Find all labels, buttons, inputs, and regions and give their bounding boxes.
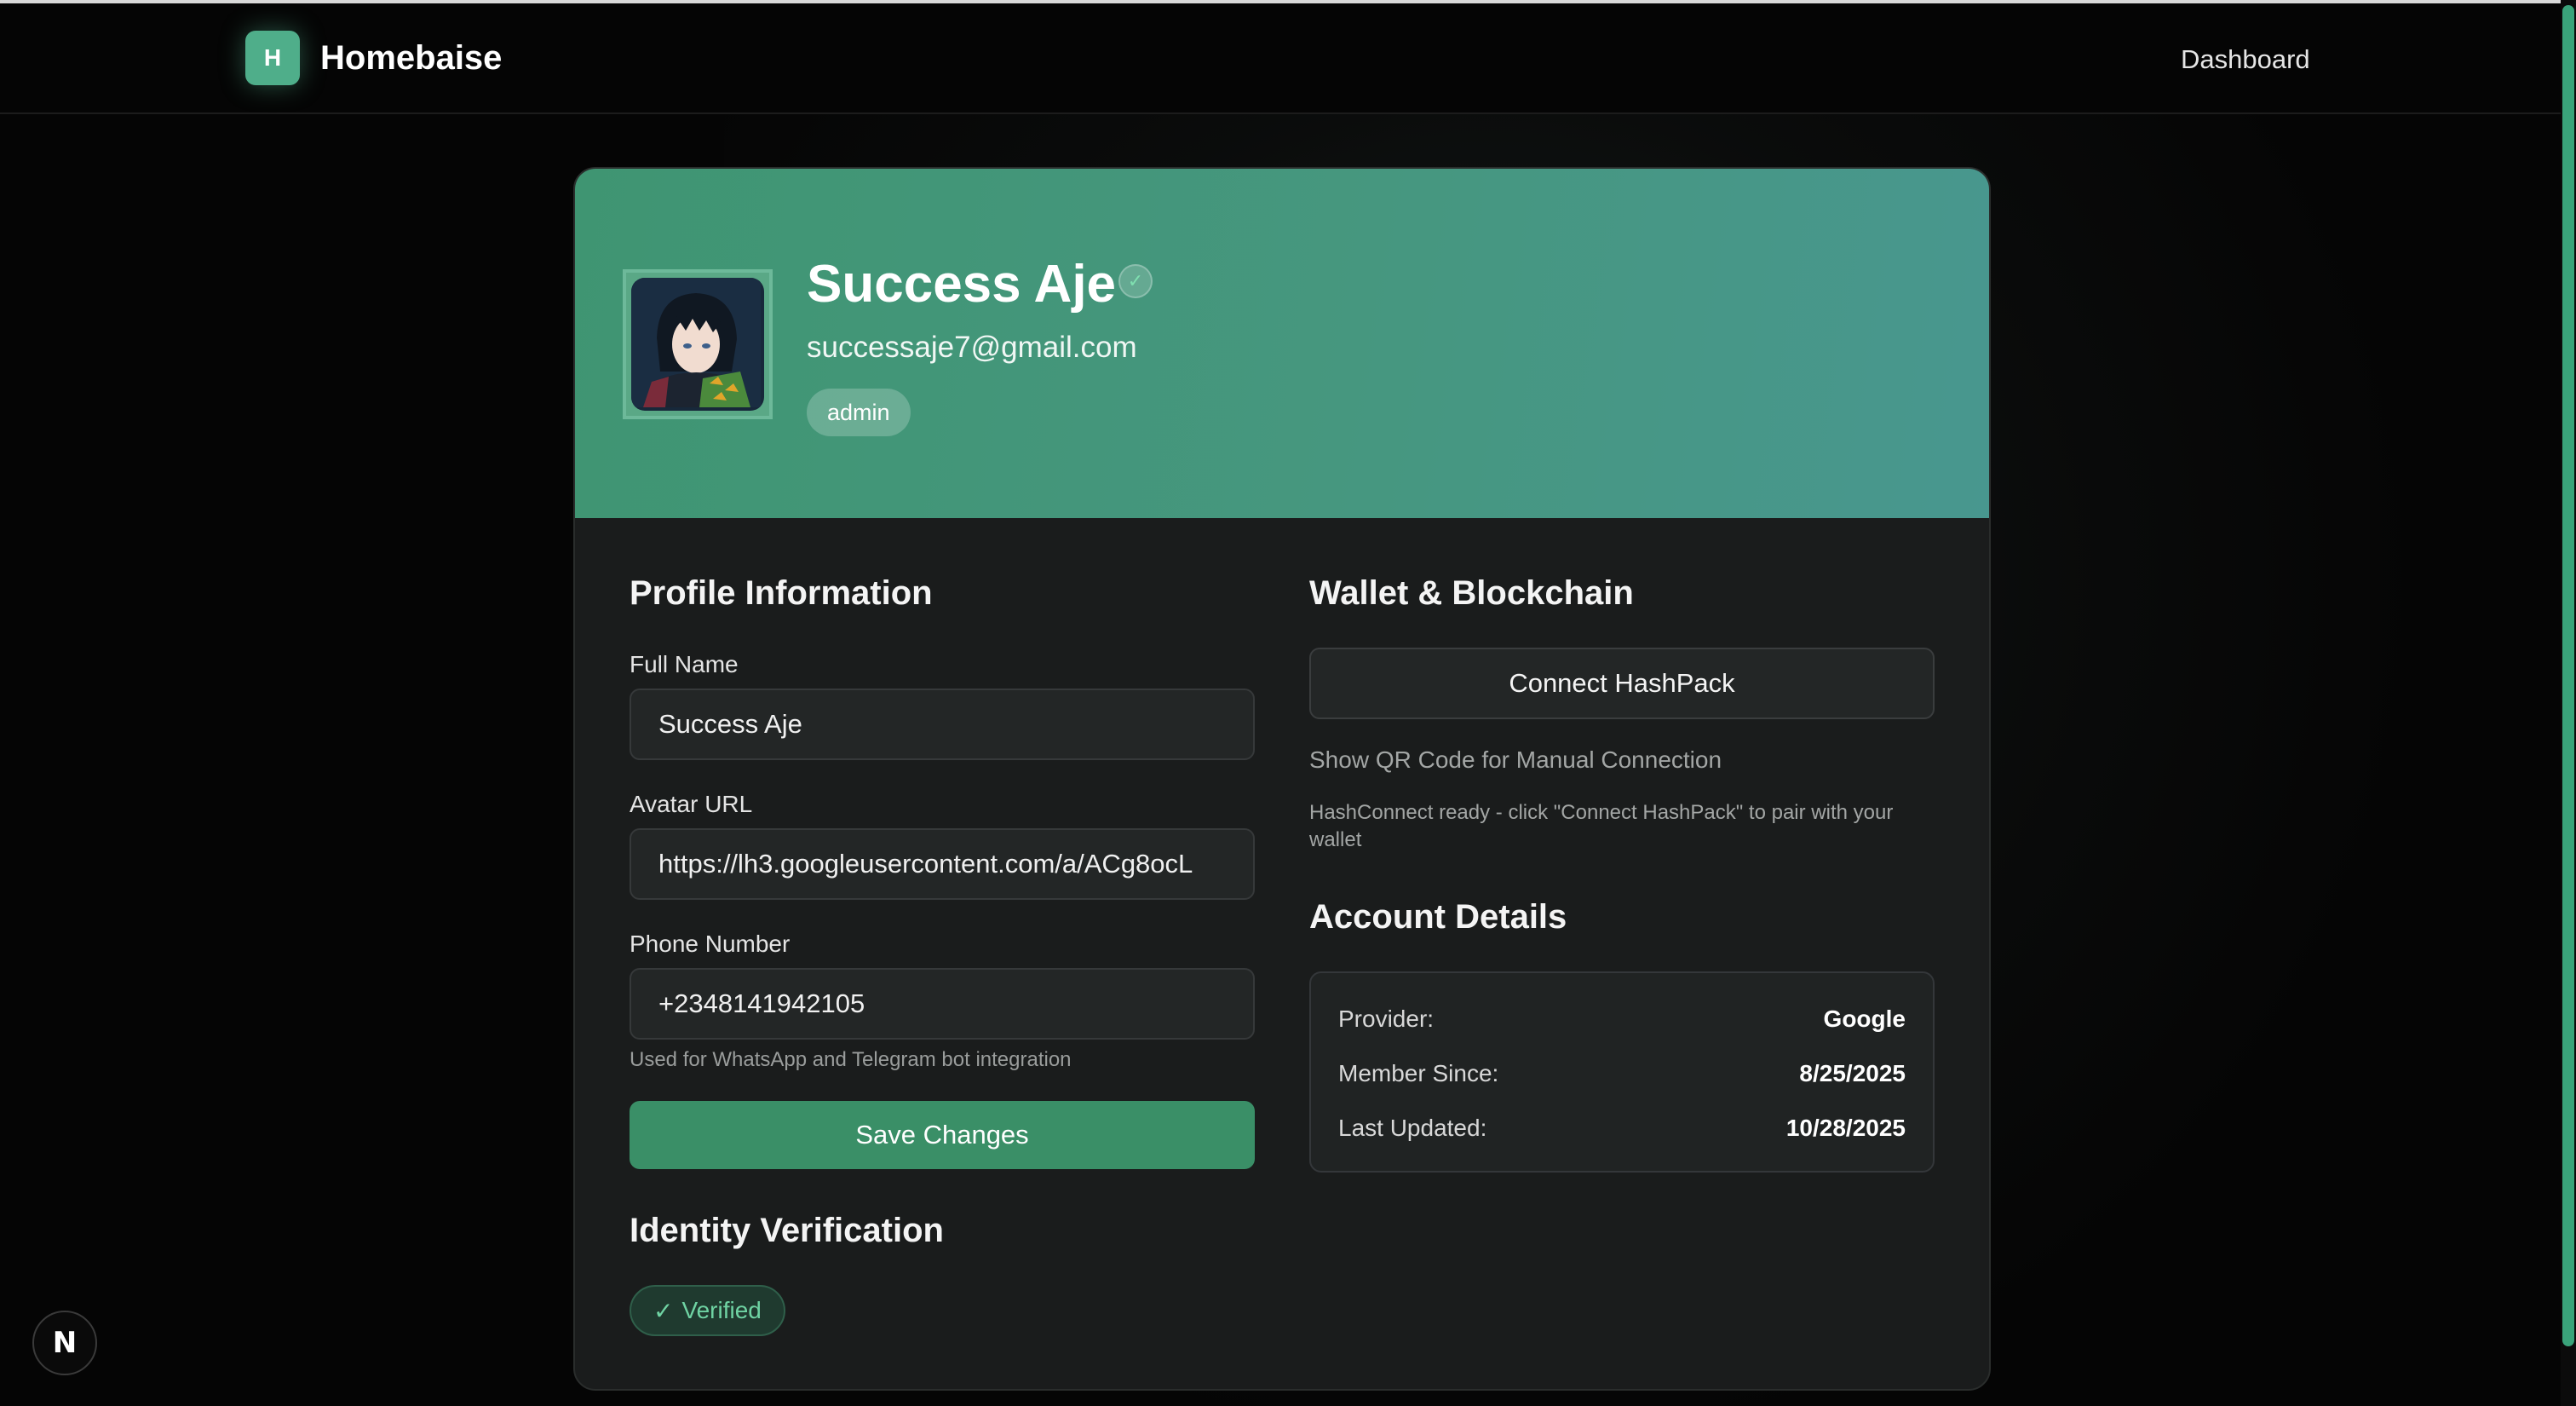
full-name-field[interactable]: Success Aje (630, 689, 1255, 760)
avatar-url-label: Avatar URL (630, 791, 753, 817)
detail-key: Provider: (1338, 1006, 1435, 1032)
detail-key: Last Updated: (1338, 1115, 1487, 1141)
avatar-url-field[interactable]: https://lh3.googleusercontent.com/a/ACg8… (630, 828, 1255, 900)
top-navbar: H Homebaise Dashboard (0, 0, 2561, 114)
phone-number-label: Phone Number (630, 931, 791, 957)
profile-information-title: Profile Information (630, 574, 933, 612)
logo-icon[interactable]: H (245, 31, 300, 85)
avatar-frame (623, 269, 773, 419)
detail-row-provider: Provider: Google (1338, 1002, 1906, 1036)
role-badge: admin (807, 389, 911, 436)
verified-badge: ✓ Verified (630, 1285, 785, 1336)
detail-row-member-since: Member Since: 8/25/2025 (1338, 1057, 1906, 1091)
hashconnect-status: HashConnect ready - click "Connect HashP… (1309, 801, 1894, 851)
profile-hero: Success Aje ✓ successaje7@gmail.com admi… (575, 169, 1989, 518)
detail-key: Member Since: (1338, 1060, 1499, 1086)
profile-name: Success Aje (807, 255, 1117, 314)
brand-name[interactable]: Homebaise (320, 39, 502, 78)
connect-hashpack-button[interactable]: Connect HashPack (1309, 648, 1935, 719)
verified-label: Verified (681, 1297, 762, 1323)
scrollbar-thumb[interactable] (2562, 5, 2574, 1346)
phone-number-field[interactable]: +2348141942105 (630, 968, 1255, 1040)
show-qr-code-link[interactable]: Show QR Code for Manual Connection (1309, 746, 1722, 774)
phone-hint: Used for WhatsApp and Telegram bot integ… (630, 1048, 1072, 1071)
account-details-title: Account Details (1309, 898, 1567, 936)
detail-value: Google (1823, 1006, 1906, 1032)
save-changes-button[interactable]: Save Changes (630, 1101, 1255, 1169)
avatar (631, 278, 764, 411)
detail-value: 8/25/2025 (1799, 1060, 1906, 1086)
account-details-box: Provider: Google Member Since: 8/25/2025… (1309, 971, 1935, 1173)
detail-value: 10/28/2025 (1785, 1115, 1906, 1141)
check-circle-icon: ✓ (1118, 264, 1153, 298)
profile-email: successaje7@gmail.com (807, 331, 1137, 364)
avatar-image (631, 278, 761, 407)
checkmark-icon: ✓ (653, 1297, 674, 1324)
detail-row-last-updated: Last Updated: 10/28/2025 (1338, 1111, 1906, 1145)
identity-verification-title: Identity Verification (630, 1212, 944, 1249)
wallet-blockchain-title: Wallet & Blockchain (1309, 574, 1634, 612)
profile-card: Success Aje ✓ successaje7@gmail.com admi… (573, 167, 1991, 1391)
nextjs-dev-indicator[interactable]: N (32, 1311, 97, 1375)
full-name-label: Full Name (630, 651, 739, 677)
nav-dashboard-link[interactable]: Dashboard (2181, 44, 2310, 75)
